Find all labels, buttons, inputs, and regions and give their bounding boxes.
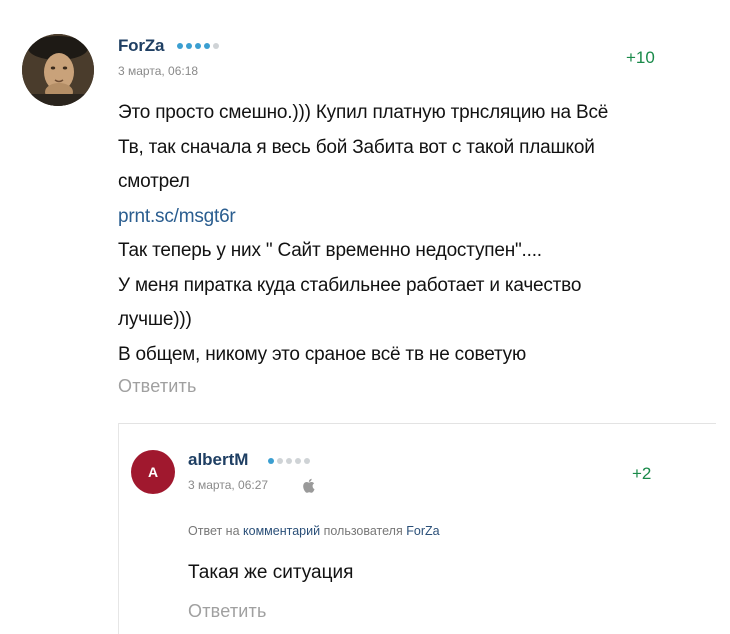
comment-line: лучше))) (118, 309, 192, 330)
comment-line: У меня пиратка куда стабильнее работает … (118, 274, 582, 296)
rating-dot (286, 458, 292, 464)
comment-score: +10 (626, 48, 655, 67)
user-rating-dots (177, 43, 219, 49)
reply-timestamp: 3 марта, 06:27 (188, 478, 269, 492)
reply-score: +2 (632, 464, 652, 483)
parent-comment-link[interactable]: комментарий (243, 524, 320, 538)
reply-reply-button[interactable]: Ответить (188, 601, 267, 622)
reply-button[interactable]: Ответить (118, 376, 197, 397)
comment-text: Это просто смешно.))) Купил платную трнс… (118, 96, 718, 372)
comments-thread: ForZa 3 марта, 06:18 +10 Это просто смеш… (0, 0, 730, 634)
apple-icon (302, 478, 315, 493)
rating-dot (295, 458, 301, 464)
rating-dot (204, 43, 210, 49)
reply-avatar[interactable]: A (131, 450, 175, 494)
rating-dot (195, 43, 201, 49)
author-name[interactable]: ForZa (118, 36, 164, 56)
rating-dot (177, 43, 183, 49)
comment-line: Это просто смешно.))) Купил платную трнс… (118, 102, 609, 123)
comment-line: смотрел (118, 171, 190, 192)
screenshot-link[interactable]: prnt.sc/msgt6r (118, 200, 718, 235)
user-avatar[interactable] (22, 34, 94, 106)
comment-timestamp: 3 марта, 06:18 (118, 64, 199, 78)
parent-user-link[interactable]: ForZa (406, 524, 439, 538)
comment-line: В общем, никому это сраное всё тв не сов… (118, 343, 527, 365)
reply-thread-line (118, 423, 119, 634)
rating-dot (277, 458, 283, 464)
comment-line: Тв, так сначала я весь бой Забита вот с … (118, 136, 595, 158)
rating-dot (186, 43, 192, 49)
reply-context: Ответ на комментарий пользователя ForZa (188, 524, 440, 538)
reply-text: Такая же ситуация (188, 562, 354, 583)
reply-to-prefix: Ответ на (188, 524, 240, 538)
reply-rating-dots (268, 458, 310, 464)
rating-dot (213, 43, 219, 49)
rating-dot (304, 458, 310, 464)
divider (118, 423, 716, 424)
reply-author-name[interactable]: albertM (188, 450, 248, 470)
comment-line: Так теперь у них " Сайт временно недосту… (118, 240, 542, 261)
rating-dot (268, 458, 274, 464)
reply-to-middle: пользователя (323, 524, 403, 538)
